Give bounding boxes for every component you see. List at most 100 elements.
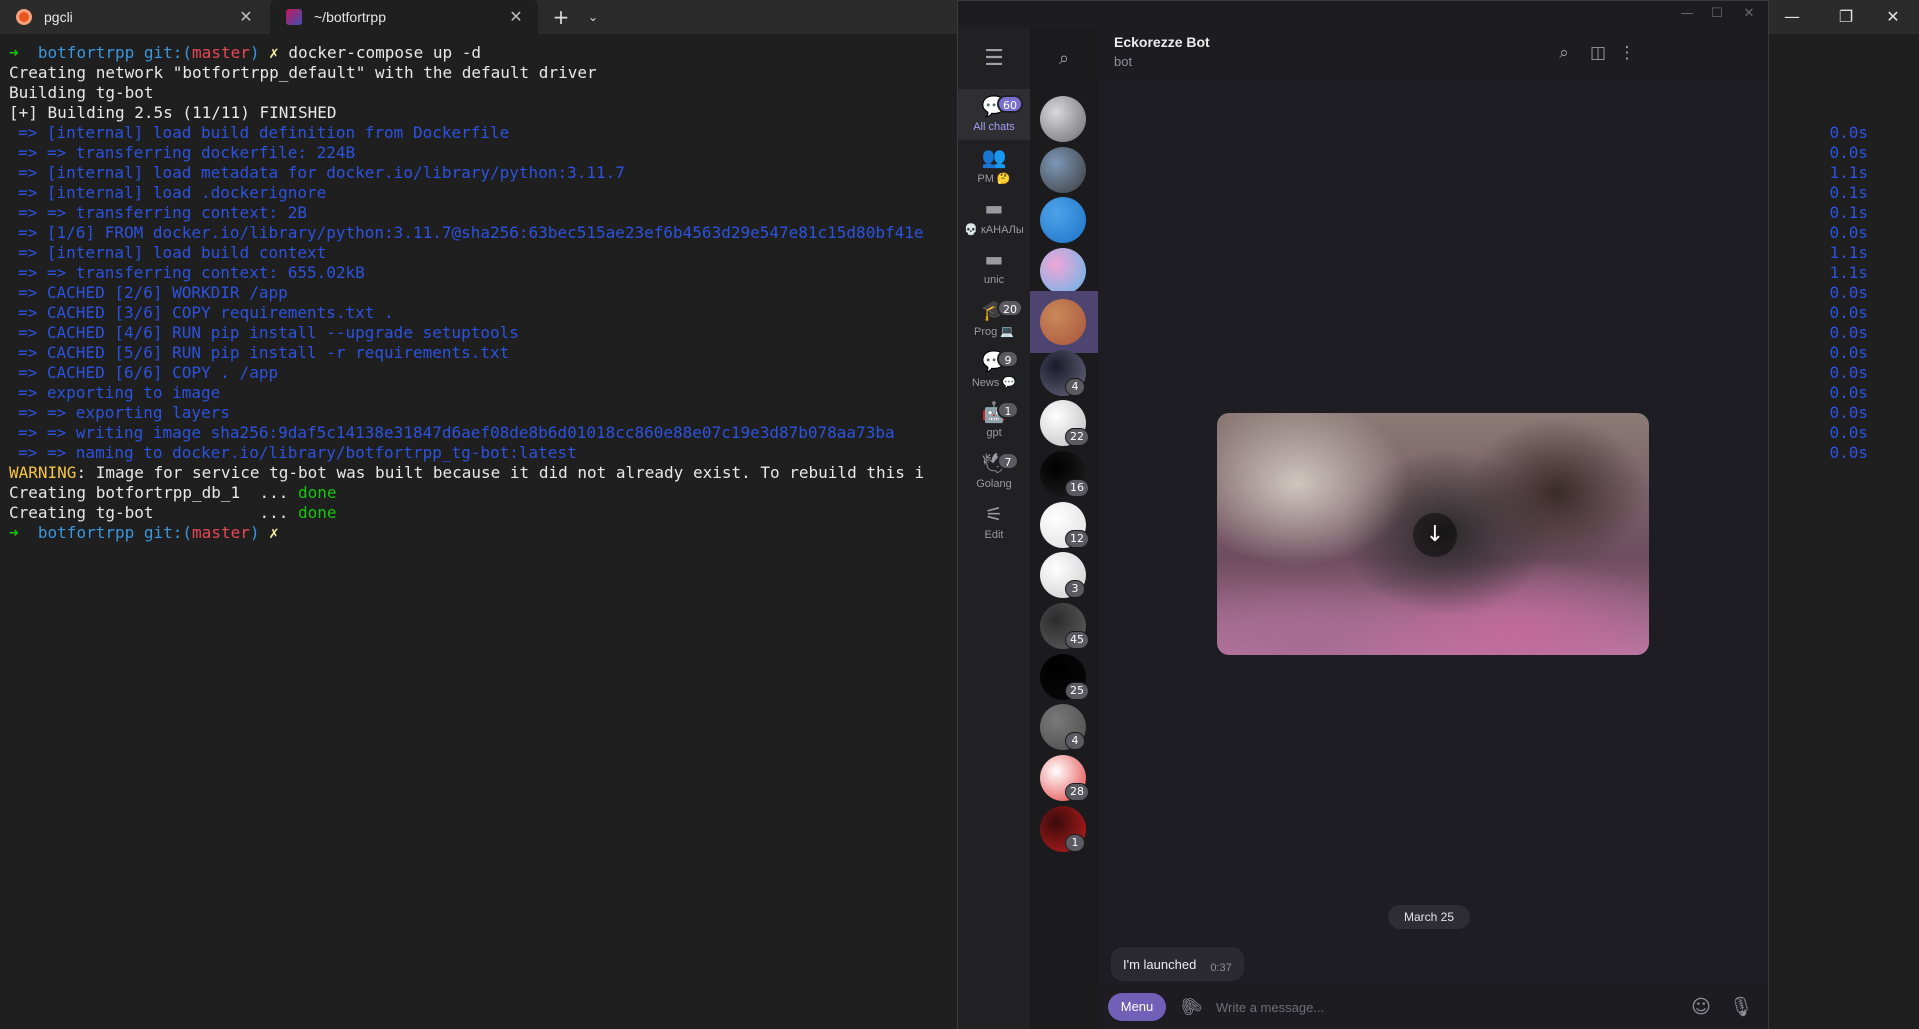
step-time: 0.0s bbox=[1829, 423, 1868, 442]
status-done: done bbox=[297, 483, 337, 502]
message-bubble[interactable]: I'm launched 0:37 bbox=[1111, 947, 1244, 981]
build-step-line: => => writing image sha256:9daf5c14138e3… bbox=[18, 423, 895, 442]
unread-badge: 60 bbox=[997, 95, 1023, 113]
folder-label: Golang bbox=[976, 478, 1012, 490]
message-text: I'm launched bbox=[1123, 956, 1197, 972]
creating-line: Creating botfortrpp_db_1 ... done bbox=[9, 483, 959, 503]
maximize-button[interactable]: ❐ bbox=[1819, 0, 1873, 34]
chat-item[interactable]: 1 bbox=[1030, 798, 1098, 860]
creating-text: Creating tg-bot ... bbox=[9, 503, 298, 522]
build-step-line: => CACHED [6/6] COPY . /app bbox=[18, 363, 279, 382]
folder-label: PM 🤔 bbox=[977, 173, 1011, 185]
folder-label: News 💬 bbox=[971, 377, 1017, 389]
build-step-line: => [internal] load .dockerignore bbox=[18, 183, 327, 202]
build-step-line: => => exporting layers bbox=[18, 403, 230, 422]
search-icon[interactable]: ⌕ bbox=[1050, 45, 1078, 73]
build-step-line: => [internal] load build context bbox=[18, 243, 327, 262]
folder-1[interactable]: 👥 PM 🤔 bbox=[958, 140, 1030, 191]
git-dirty-mark: ✗ bbox=[269, 43, 279, 62]
minimize-button[interactable]: — bbox=[1765, 0, 1819, 34]
folder-4[interactable]: 🎓 Prog 💻 20 bbox=[958, 293, 1030, 344]
command-text: docker-compose up -d bbox=[288, 43, 482, 62]
chevron-down-icon[interactable]: ⌄ bbox=[580, 4, 606, 30]
build-step-line: => CACHED [2/6] WORKDIR /app bbox=[18, 283, 288, 302]
git-suffix: ) bbox=[249, 523, 260, 542]
close-button[interactable]: ✕ bbox=[1734, 3, 1764, 25]
tab-botfortrpp[interactable]: ~/botfortrpp ✕ bbox=[270, 0, 538, 34]
folder-label: unic bbox=[983, 274, 1005, 286]
prompt-line: ➜ botfortrpp git:(master) ✗ bbox=[9, 523, 959, 543]
folder-label: 💀 кАНАЛы bbox=[964, 224, 1024, 236]
folder-5[interactable]: 💬 News 💬 9 bbox=[958, 344, 1030, 395]
build-step-line: => => transferring context: 2B bbox=[18, 203, 307, 222]
new-tab-button[interactable]: + bbox=[548, 4, 574, 30]
chat-header[interactable]: Eckorezze Bot bot ⌕ ◫ ⋮ bbox=[1098, 27, 1768, 79]
step-time: 0.0s bbox=[1829, 303, 1868, 322]
chat-list: ⌕ 4 22 16 12 3 45 25 4 28 1 bbox=[1030, 27, 1098, 1029]
build-step-line: => => transferring dockerfile: 224B bbox=[18, 143, 356, 162]
avatar bbox=[1040, 96, 1086, 142]
step-time: 0.0s bbox=[1829, 323, 1868, 342]
build-step-line: => exporting to image bbox=[18, 383, 221, 402]
folder-8[interactable]: ⚟ Edit bbox=[958, 497, 1030, 548]
prompt-line: ➜ botfortrpp git:(master) ✗ docker-compo… bbox=[9, 43, 959, 63]
telegram-titlebar: — ☐ ✕ bbox=[958, 1, 1768, 27]
build-step-line: => [internal] load build definition from… bbox=[18, 123, 510, 142]
folder-6[interactable]: 🤖 gpt 1 bbox=[958, 395, 1030, 446]
output-line: [+] Building 2.5s (11/11) FINISHED bbox=[9, 103, 337, 122]
folder-3[interactable]: ▬ unic bbox=[958, 242, 1030, 293]
folder-label: Edit bbox=[984, 529, 1004, 541]
close-icon[interactable]: ✕ bbox=[236, 7, 256, 27]
step-time: 0.0s bbox=[1829, 383, 1868, 402]
tab-pgcli[interactable]: pgcli ✕ bbox=[0, 0, 268, 34]
media-preview[interactable]: ↓ bbox=[1217, 413, 1649, 655]
build-step-line: => [1/6] FROM docker.io/library/python:3… bbox=[18, 223, 924, 242]
maximize-button[interactable]: ☐ bbox=[1702, 3, 1732, 25]
tab-label: pgcli bbox=[44, 9, 73, 25]
avatar bbox=[1040, 298, 1086, 345]
sliders-icon: ⚟ bbox=[985, 502, 1003, 526]
date-separator: March 25 bbox=[1388, 905, 1470, 929]
unread-badge: 1 bbox=[1065, 833, 1085, 852]
powershell-icon bbox=[286, 9, 302, 25]
unread-badge: 7 bbox=[997, 452, 1019, 470]
step-time: 1.1s bbox=[1829, 163, 1868, 182]
folder-label: All chats bbox=[973, 121, 1015, 133]
step-time: 0.0s bbox=[1829, 343, 1868, 362]
search-icon[interactable]: ⌕ bbox=[1551, 40, 1577, 66]
chat-area: Eckorezze Bot bot ⌕ ◫ ⋮ ↓ March 25 I'm l… bbox=[1098, 27, 1768, 1029]
folder-sidebar: ☰ 💬 All chats 60 👥 PM 🤔 ▬ 💀 кАНАЛы ▬ unic 🎓 Prog 💻… bbox=[958, 27, 1030, 1029]
close-button[interactable]: ✕ bbox=[1866, 0, 1919, 34]
microphone-icon[interactable]: 🎙 bbox=[1728, 994, 1754, 1020]
git-suffix: ) bbox=[249, 43, 260, 62]
git-prefix: git:( bbox=[143, 43, 193, 62]
folder-0[interactable]: 💬 All chats 60 bbox=[958, 89, 1030, 140]
sidebar-toggle-icon[interactable]: ◫ bbox=[1585, 40, 1611, 66]
creating-line: Creating tg-bot ... done bbox=[9, 503, 959, 523]
people-icon: 👥 bbox=[981, 145, 1007, 169]
close-icon[interactable]: ✕ bbox=[506, 7, 526, 27]
warning-label: WARNING bbox=[9, 463, 77, 482]
folder-label: gpt bbox=[986, 427, 1002, 439]
message-input[interactable] bbox=[1216, 993, 1636, 1021]
warning-line: WARNING: Image for service tg-bot was bu… bbox=[9, 463, 959, 483]
download-icon[interactable]: ↓ bbox=[1413, 513, 1457, 557]
emoji-icon[interactable]: ☺ bbox=[1688, 994, 1714, 1020]
prompt-dir: botfortrpp bbox=[37, 523, 135, 542]
step-time: 0.0s bbox=[1829, 443, 1868, 462]
bot-menu-button[interactable]: Menu bbox=[1108, 993, 1166, 1021]
folder-2[interactable]: ▬ 💀 кАНАЛы bbox=[958, 191, 1030, 242]
unread-badge: 1 bbox=[997, 401, 1019, 419]
prompt-arrow-icon: ➜ bbox=[9, 43, 19, 62]
git-branch: master bbox=[192, 523, 250, 542]
step-time: 0.0s bbox=[1829, 223, 1868, 242]
step-time: 0.0s bbox=[1829, 403, 1868, 422]
hamburger-menu-icon[interactable]: ☰ bbox=[980, 45, 1008, 73]
folder-7[interactable]: 🕊 Golang 7 bbox=[958, 446, 1030, 497]
build-step-line: => => transferring context: 655.02kB bbox=[18, 263, 365, 282]
paperclip-icon[interactable]: 🖇 bbox=[1173, 989, 1209, 1025]
minimize-button[interactable]: — bbox=[1672, 3, 1702, 25]
more-vertical-icon[interactable]: ⋮ bbox=[1614, 40, 1640, 66]
avatar bbox=[1040, 197, 1086, 244]
build-step-line: => => naming to docker.io/library/botfor… bbox=[18, 443, 577, 462]
